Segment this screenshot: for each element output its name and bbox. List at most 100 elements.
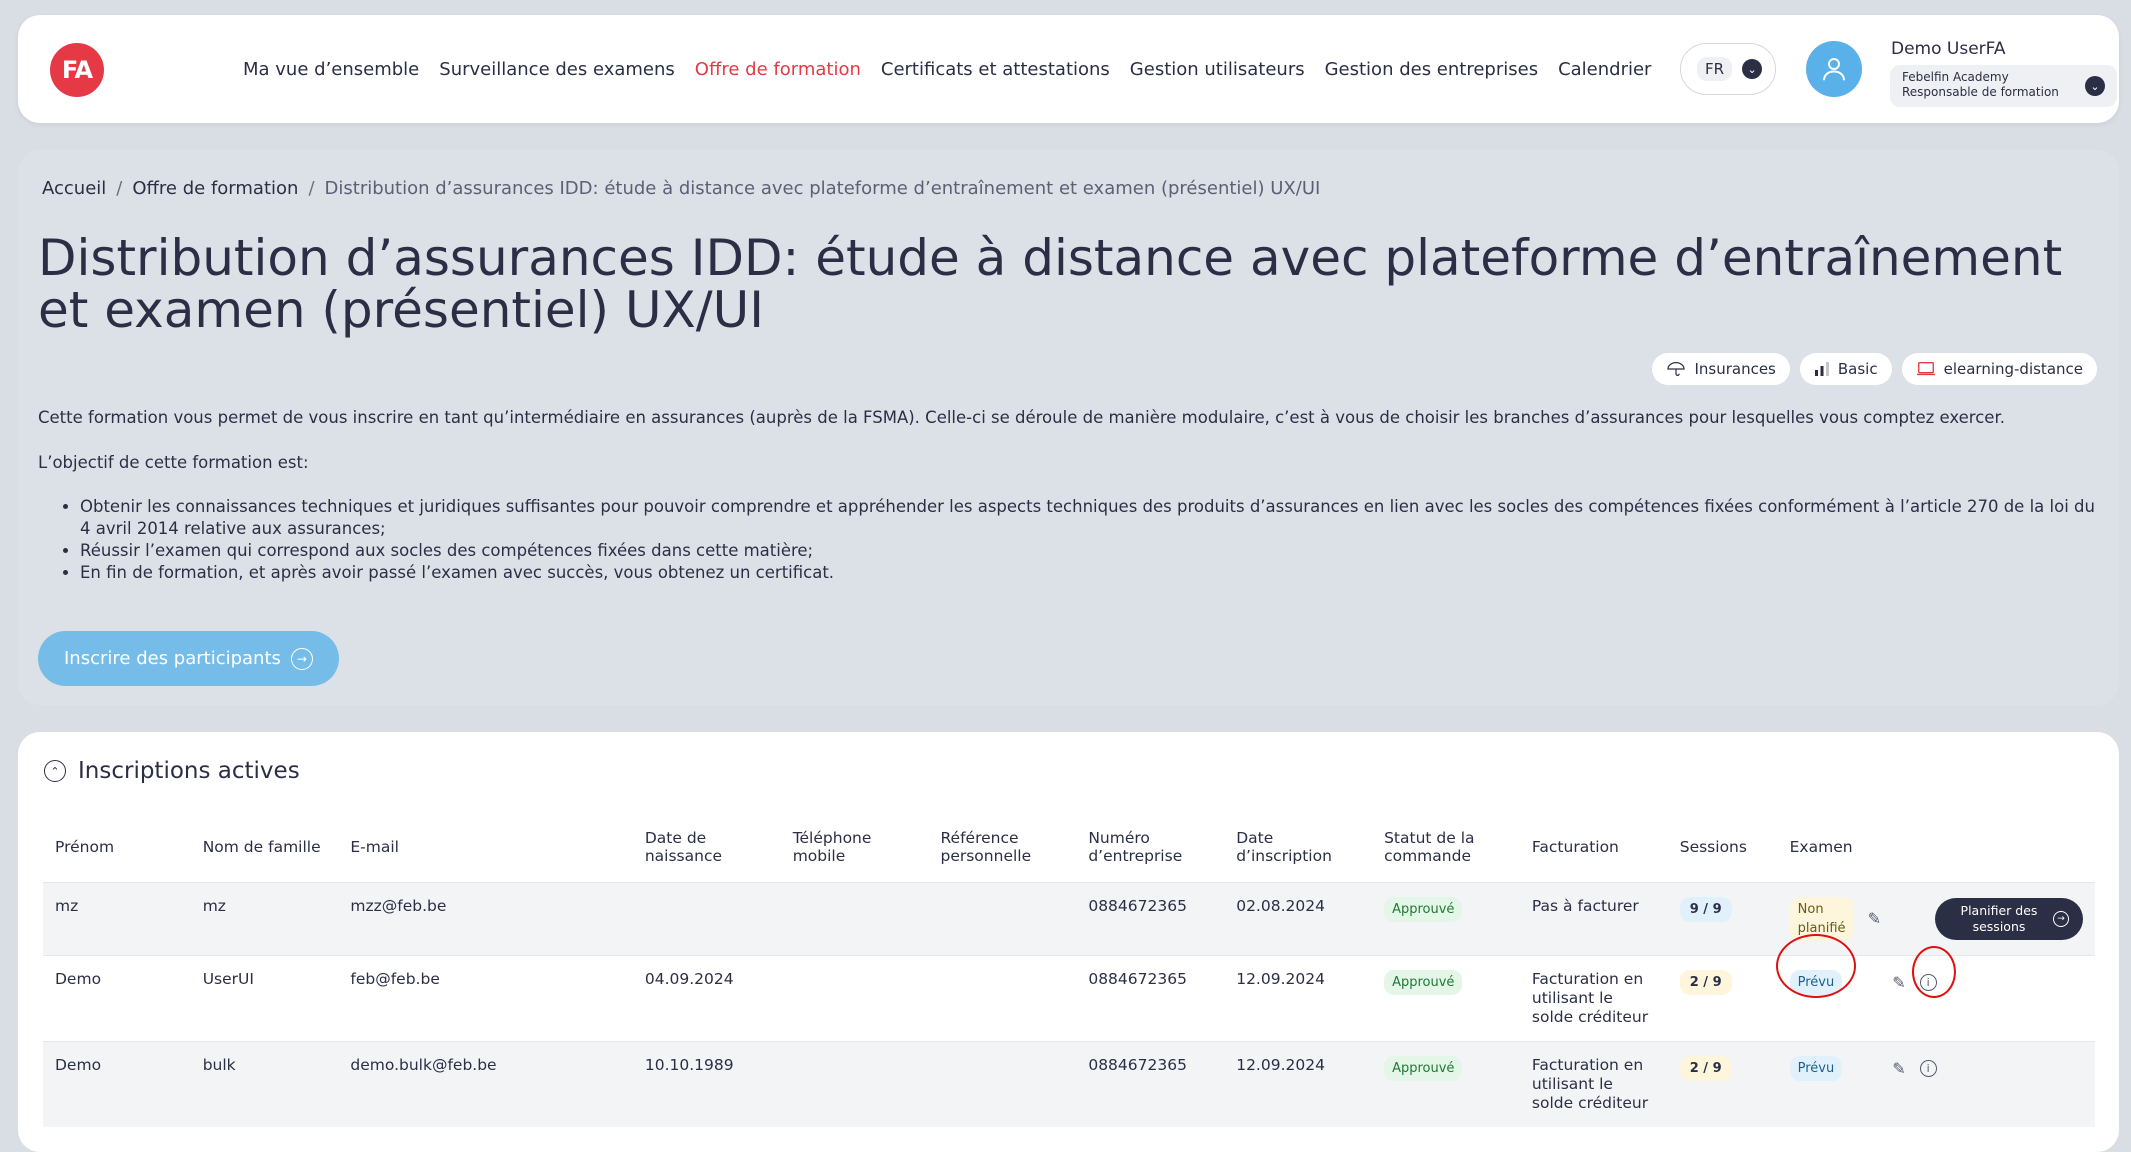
col-company-number: Numéro d’entreprise — [1088, 828, 1183, 865]
breadcrumb-parent[interactable]: Offre de formation — [132, 178, 298, 199]
cell-email: demo.bulk@feb.be — [338, 1040, 633, 1127]
cell-first-name: Demo — [43, 954, 191, 1041]
tag-insurances: Insurances — [1652, 353, 1790, 385]
cell-registration-date: 02.08.2024 — [1224, 881, 1373, 955]
objective-item: Réussir l’examen qui correspond aux socl… — [80, 540, 2098, 562]
table-row: Demo bulk demo.bulk@feb.be 10.10.1989 08… — [43, 1040, 2095, 1127]
col-last-name: Nom de famille — [202, 837, 321, 856]
schedule-sessions-label: Planifier des sessions — [1960, 902, 2038, 934]
cell-first-name: mz — [43, 881, 191, 955]
info-icon[interactable]: i — [1919, 1059, 1937, 1077]
register-participants-button[interactable]: Inscrire des participants → — [38, 631, 339, 686]
col-email: E-mail — [350, 837, 399, 856]
cell-order-status: Approuvé — [1372, 881, 1520, 955]
objective-list: Obtenir les connaissances techniques et … — [80, 496, 2098, 584]
nav-item-exam-monitoring[interactable]: Surveillance des examens — [439, 59, 675, 80]
schedule-sessions-button[interactable]: Planifier des sessions → — [1935, 897, 2083, 940]
registrations-header[interactable]: ⌃ Inscriptions actives — [44, 758, 300, 784]
exam-status-badge: Prévu — [1789, 1055, 1843, 1081]
top-navigation-bar: FA Ma vue d’ensemble Surveillance des ex… — [18, 15, 2119, 123]
col-billing: Facturation — [1531, 837, 1619, 856]
exam-status-badge: Prévu — [1789, 969, 1843, 995]
cell-last-name: bulk — [190, 1040, 339, 1127]
user-name: Demo UserFA — [1891, 39, 2006, 59]
breadcrumb-separator: / — [308, 178, 315, 199]
cell-billing: Facturation en utilisant le solde crédit… — [1519, 954, 1668, 1041]
cell-email: feb@feb.be — [338, 954, 633, 1041]
umbrella-icon — [1667, 362, 1686, 376]
cell-birth-date: 04.09.2024 — [632, 954, 781, 1041]
cell-exam: Non planifié ✎ Planifier des sessions → — [1777, 881, 2095, 955]
tag-label: Basic — [1837, 360, 1878, 378]
col-birth-date: Date de naissance — [644, 828, 723, 865]
exam-actions: Non planifié ✎ Planifier des sessions → — [1789, 896, 2083, 941]
info-icon[interactable]: i — [1919, 973, 1937, 991]
edit-pencil-icon[interactable]: ✎ — [1892, 1059, 1905, 1078]
breadcrumb: Accueil / Offre de formation / Distribut… — [42, 178, 1320, 199]
breadcrumb-separator: / — [116, 178, 123, 199]
edit-pencil-icon[interactable]: ✎ — [1868, 909, 1881, 928]
user-avatar[interactable] — [1806, 41, 1862, 97]
exam-status-badge: Non planifié — [1789, 896, 1854, 941]
course-tags: Insurances Basic elearning-distance — [1652, 353, 2097, 385]
cell-sessions: 9 / 9 — [1667, 881, 1778, 955]
tag-level: Basic — [1799, 353, 1892, 385]
user-icon — [1823, 58, 1845, 81]
nav-item-certificates[interactable]: Certificats et attestations — [881, 59, 1110, 80]
breadcrumb-current: Distribution d’assurances IDD: étude à d… — [324, 178, 1321, 199]
status-badge: Approuvé — [1384, 896, 1463, 922]
edit-pencil-icon[interactable]: ✎ — [1892, 973, 1905, 992]
col-order-status: Statut de la commande — [1384, 828, 1475, 865]
level-bars-icon — [1814, 362, 1829, 376]
chevron-up-icon[interactable]: ⌃ — [44, 760, 66, 782]
cell-personal-reference — [928, 954, 1077, 1041]
col-exam: Examen — [1789, 837, 1853, 856]
registrations-title: Inscriptions actives — [78, 758, 300, 784]
cell-last-name: mz — [190, 881, 339, 955]
exam-actions: Prévu ✎ i — [1789, 969, 2083, 995]
main-nav: Ma vue d’ensemble Surveillance des exame… — [243, 15, 1651, 123]
table-header-row: Prénom Nom de famille E-mail Date de nai… — [43, 812, 2095, 882]
user-organization: Febelfin Academy — [1902, 70, 2009, 84]
cell-registration-date: 12.09.2024 — [1224, 1040, 1373, 1127]
cell-exam: Prévu ✎ i — [1777, 1040, 2095, 1127]
cell-mobile-phone — [780, 881, 929, 955]
user-role-selector[interactable]: Febelfin Academy Responsable de formatio… — [1890, 65, 2117, 107]
sessions-badge: 2 / 9 — [1679, 969, 1732, 995]
exam-actions: Prévu ✎ i — [1789, 1055, 2083, 1081]
nav-item-overview[interactable]: Ma vue d’ensemble — [243, 59, 419, 80]
table-row: Demo UserUI feb@feb.be 04.09.2024 088467… — [43, 954, 2095, 1041]
nav-item-company-management[interactable]: Gestion des entreprises — [1325, 59, 1538, 80]
cell-exam: Prévu ✎ i — [1777, 954, 2095, 1041]
user-role: Responsable de formation — [1902, 85, 2059, 99]
cell-order-status: Approuvé — [1372, 954, 1520, 1041]
objective-item: Obtenir les connaissances techniques et … — [80, 496, 2098, 540]
cell-mobile-phone — [780, 1040, 929, 1127]
nav-item-user-management[interactable]: Gestion utilisateurs — [1130, 59, 1305, 80]
cell-email: mzz@feb.be — [338, 881, 633, 955]
cell-personal-reference — [928, 881, 1077, 955]
cell-birth-date — [632, 881, 781, 955]
cell-last-name: UserUI — [190, 954, 339, 1041]
cell-billing: Pas à facturer — [1519, 881, 1668, 955]
cell-registration-date: 12.09.2024 — [1224, 954, 1373, 1041]
course-intro: Cette formation vous permet de vous insc… — [38, 408, 2005, 427]
tag-label: Insurances — [1694, 360, 1776, 378]
language-selector[interactable]: FR ⌄ — [1680, 43, 1776, 95]
cell-first-name: Demo — [43, 1040, 191, 1127]
register-participants-label: Inscrire des participants — [64, 648, 281, 669]
course-description: Cette formation vous permet de vous insc… — [38, 406, 2098, 584]
status-badge: Approuvé — [1384, 1055, 1463, 1081]
nav-item-training-offer[interactable]: Offre de formation — [695, 59, 861, 80]
course-detail-panel: Accueil / Offre de formation / Distribut… — [18, 150, 2119, 705]
febelfin-academy-logo[interactable]: FA — [50, 43, 104, 97]
col-registration-date: Date d’inscription — [1236, 828, 1332, 865]
col-mobile-phone: Téléphone mobile — [792, 828, 872, 865]
cell-sessions: 2 / 9 — [1667, 1040, 1778, 1127]
breadcrumb-home[interactable]: Accueil — [42, 178, 106, 199]
nav-item-calendar[interactable]: Calendrier — [1558, 59, 1651, 80]
objective-item: En fin de formation, et après avoir pass… — [80, 562, 2098, 584]
cell-company-number: 0884672365 — [1076, 1040, 1225, 1127]
cell-company-number: 0884672365 — [1076, 954, 1225, 1041]
cell-personal-reference — [928, 1040, 1077, 1127]
